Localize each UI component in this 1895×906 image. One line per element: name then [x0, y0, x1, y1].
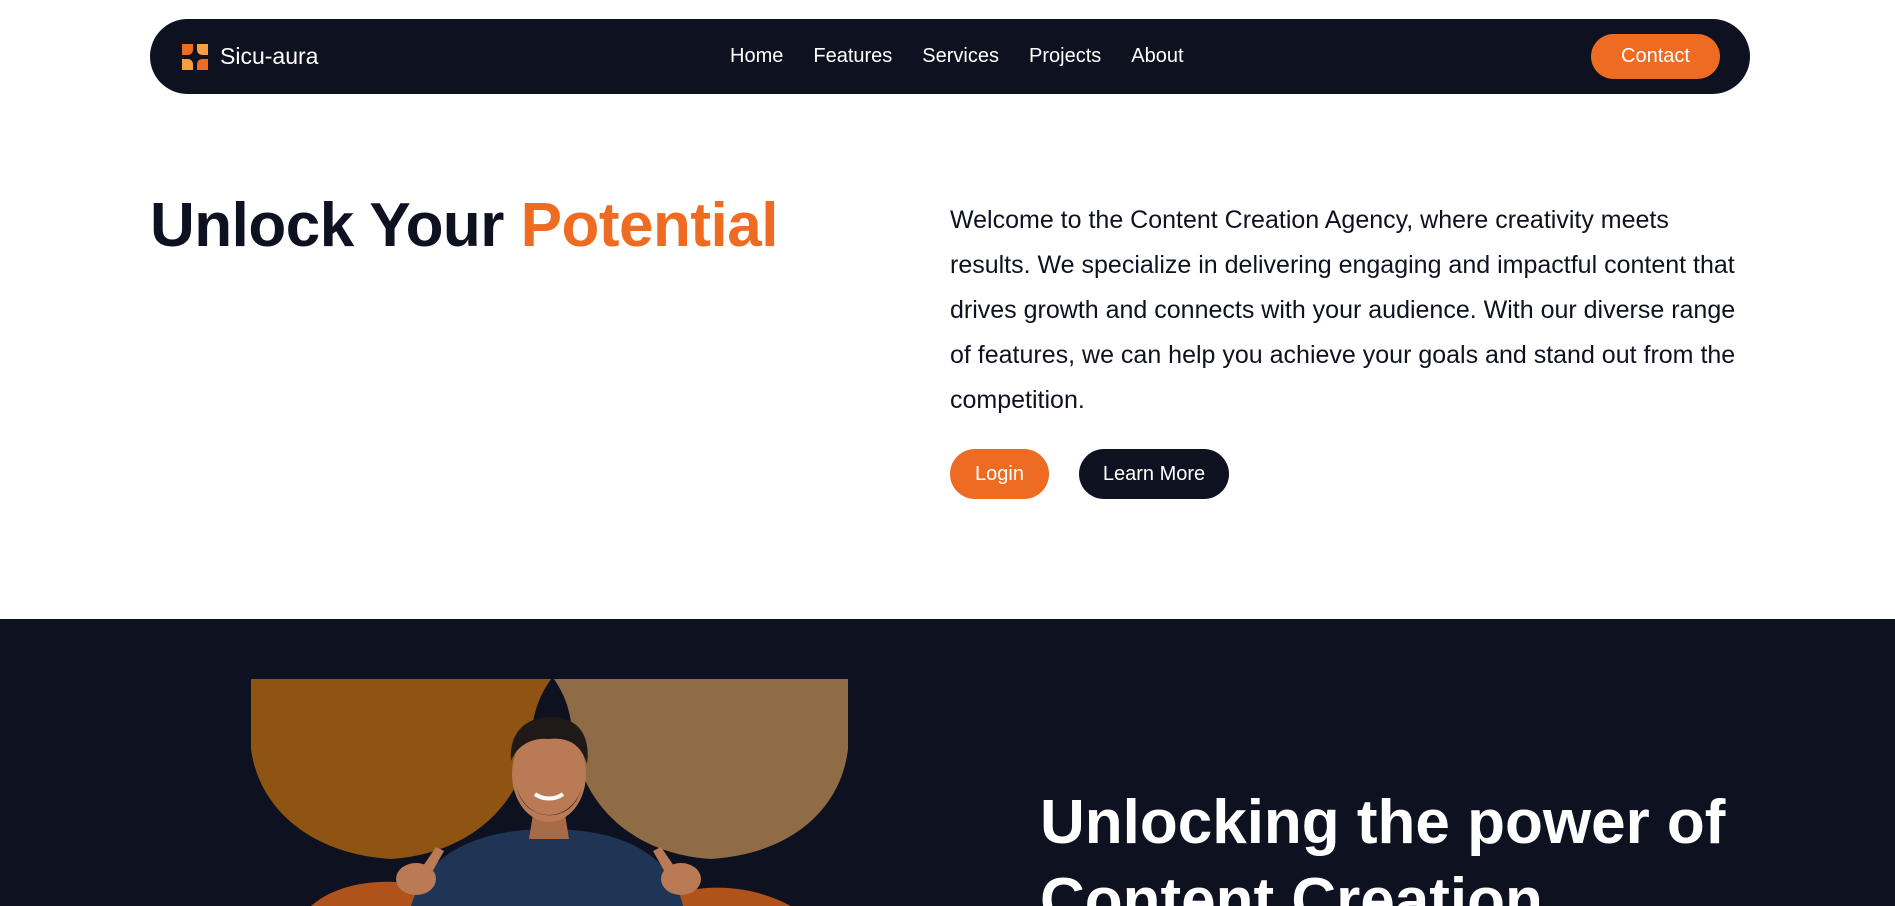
content-creation-section: Unlocking the power of Content Creation [0, 619, 1895, 906]
section-title: Unlocking the power of Content Creation [1040, 788, 1726, 906]
learn-more-button[interactable]: Learn More [1079, 449, 1229, 499]
nav-link-about[interactable]: About [1131, 45, 1183, 68]
navbar: Sicu-aura Home Features Services Project… [150, 19, 1750, 94]
nav-link-features[interactable]: Features [813, 45, 892, 68]
brand-name: Sicu-aura [220, 43, 319, 69]
contact-button[interactable]: Contact [1591, 34, 1720, 79]
flower-logo-icon [182, 43, 208, 70]
nav-link-home[interactable]: Home [730, 45, 783, 68]
person-photo [251, 679, 848, 906]
hero-title-accent: Potential [520, 191, 779, 260]
nav-link-projects[interactable]: Projects [1029, 45, 1101, 68]
hero-title: Unlock Your Potential [150, 190, 778, 261]
brand[interactable]: Sicu-aura [180, 19, 318, 94]
nav-links: Home Features Services Projects About [730, 19, 1184, 94]
hero-title-main: Unlock Your [150, 191, 521, 260]
nav-link-services[interactable]: Services [922, 45, 999, 68]
login-button[interactable]: Login [950, 449, 1049, 499]
hero-description: Welcome to the Content Creation Agency, … [950, 206, 1736, 414]
